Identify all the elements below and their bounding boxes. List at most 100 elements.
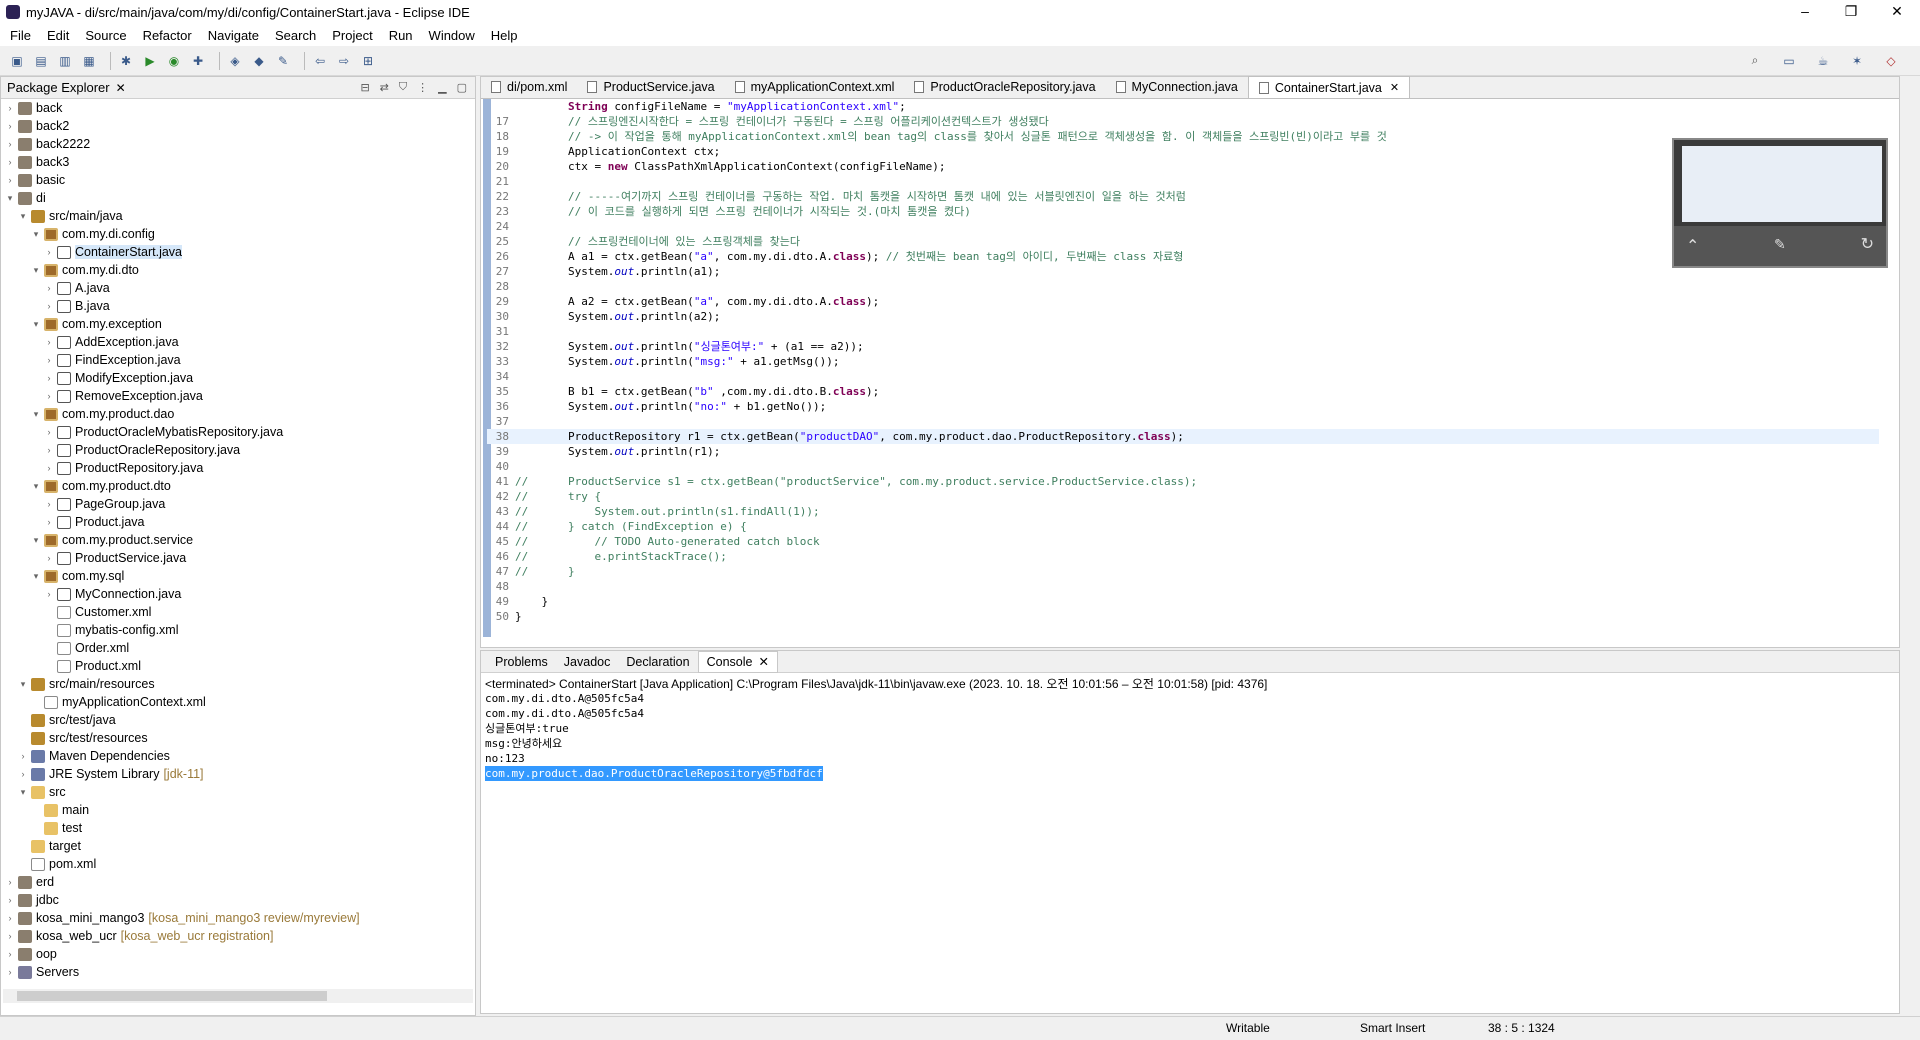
chevron-right-icon[interactable]: › bbox=[18, 769, 28, 779]
scrollbar-thumb[interactable] bbox=[17, 991, 327, 1001]
chevron-right-icon[interactable]: › bbox=[44, 589, 54, 599]
editor-tab[interactable]: MyConnection.java bbox=[1106, 76, 1248, 98]
code-line[interactable]: 17 // 스프링엔진시작한다 = 스프링 컨테이너가 구동된다 = 스프링 어… bbox=[487, 114, 1879, 129]
tree-item[interactable]: › erd bbox=[1, 873, 475, 891]
code-line[interactable]: 20 ctx = new ClassPathXmlApplicationCont… bbox=[487, 159, 1879, 174]
chevron-right-icon[interactable]: › bbox=[44, 553, 54, 563]
tree-item[interactable]: › kosa_mini_mango3 [kosa_mini_mango3 revie… bbox=[1, 909, 475, 927]
tree-item[interactable]: › kosa_web_ucr [kosa_web_ucr registration] bbox=[1, 927, 475, 945]
editor-tab[interactable]: di/pom.xml bbox=[481, 76, 577, 98]
chevron-down-icon[interactable]: ▾ bbox=[31, 481, 41, 492]
menu-source[interactable]: Source bbox=[77, 28, 134, 43]
chevron-down-icon[interactable]: ▾ bbox=[31, 229, 41, 240]
tree-item[interactable]: ▾ di bbox=[1, 189, 475, 207]
tree-item[interactable]: src/test/resources bbox=[1, 729, 475, 747]
chevron-down-icon[interactable]: ▾ bbox=[31, 571, 41, 582]
chevron-up-icon[interactable]: ⌃ bbox=[1686, 236, 1699, 256]
tree-item[interactable]: › RemoveException.java bbox=[1, 387, 475, 405]
link-editor-icon[interactable]: ⇄ bbox=[380, 81, 389, 94]
horizontal-scrollbar[interactable] bbox=[3, 989, 473, 1003]
code-line[interactable]: 29 A a2 = ctx.getBean("a", com.my.di.dto… bbox=[487, 294, 1879, 309]
code-line[interactable]: 49 } bbox=[487, 594, 1879, 609]
code-line[interactable]: 48 bbox=[487, 579, 1879, 594]
menu-project[interactable]: Project bbox=[324, 28, 380, 43]
tree-item[interactable]: ▾ com.my.product.dao bbox=[1, 405, 475, 423]
coverage-icon[interactable]: ◉ bbox=[165, 53, 183, 69]
chevron-right-icon[interactable]: › bbox=[44, 445, 54, 455]
code-line[interactable]: 33 System.out.println("msg:" + a1.getMsg… bbox=[487, 354, 1879, 369]
menu-search[interactable]: Search bbox=[267, 28, 324, 43]
code-line[interactable]: 43 // System.out.println(s1.findAll(1)); bbox=[487, 504, 1879, 519]
minimize-button[interactable]: – bbox=[1782, 0, 1828, 24]
code-lines[interactable]: String configFileName = "myApplicationCo… bbox=[487, 99, 1879, 624]
tree-item[interactable]: › back bbox=[1, 99, 475, 117]
tree-item[interactable]: Product.xml bbox=[1, 657, 475, 675]
tree-item[interactable]: ▾ src/main/resources bbox=[1, 675, 475, 693]
new-package-icon[interactable]: ◈ bbox=[226, 53, 244, 69]
tree-item[interactable]: target bbox=[1, 837, 475, 855]
tree-item[interactable]: Order.xml bbox=[1, 639, 475, 657]
chevron-right-icon[interactable]: › bbox=[18, 751, 28, 761]
code-line[interactable]: 34 bbox=[487, 369, 1879, 384]
tree-item[interactable]: › ProductOracleMybatisRepository.java bbox=[1, 423, 475, 441]
external-tools-icon[interactable]: ✚ bbox=[189, 53, 207, 69]
chevron-down-icon[interactable]: ▾ bbox=[18, 679, 28, 690]
menu-help[interactable]: Help bbox=[483, 28, 526, 43]
menu-run[interactable]: Run bbox=[381, 28, 421, 43]
code-line[interactable]: 40 bbox=[487, 459, 1879, 474]
code-line[interactable]: 47 // } bbox=[487, 564, 1879, 579]
code-line[interactable]: String configFileName = "myApplicationCo… bbox=[487, 99, 1879, 114]
git-perspective-icon[interactable]: ◇ bbox=[1882, 53, 1900, 69]
tree-item[interactable]: › AddException.java bbox=[1, 333, 475, 351]
tree-item[interactable]: › ProductOracleRepository.java bbox=[1, 441, 475, 459]
close-icon[interactable]: ✕ bbox=[1390, 81, 1399, 94]
tree-item[interactable]: ▾ com.my.di.dto bbox=[1, 261, 475, 279]
tree-item[interactable]: › Maven Dependencies bbox=[1, 747, 475, 765]
tree-item[interactable]: › ProductService.java bbox=[1, 549, 475, 567]
chevron-down-icon[interactable]: ▾ bbox=[31, 265, 41, 276]
code-line[interactable]: 41 // ProductService s1 = ctx.getBean("pr… bbox=[487, 474, 1879, 489]
view-menu-icon[interactable]: ⋮ bbox=[417, 81, 428, 94]
tree-item[interactable]: › JRE System Library [jdk-11] bbox=[1, 765, 475, 783]
chevron-right-icon[interactable]: › bbox=[44, 391, 54, 401]
chevron-down-icon[interactable]: ▾ bbox=[31, 409, 41, 420]
console-tab[interactable]: Javadoc bbox=[556, 655, 619, 669]
java-perspective-icon[interactable]: ☕ bbox=[1814, 53, 1832, 69]
pin-icon[interactable]: ⊞ bbox=[359, 53, 377, 69]
mute-icon[interactable]: ✎ bbox=[1774, 236, 1786, 253]
chevron-down-icon[interactable]: ▾ bbox=[31, 535, 41, 546]
tree-item[interactable]: › jdbc bbox=[1, 891, 475, 909]
chevron-right-icon[interactable]: › bbox=[44, 499, 54, 509]
tree-item[interactable]: ▾ com.my.di.config bbox=[1, 225, 475, 243]
chevron-down-icon[interactable]: ▾ bbox=[18, 787, 28, 798]
menu-file[interactable]: File bbox=[2, 28, 39, 43]
collapse-all-icon[interactable]: ⊟ bbox=[360, 81, 369, 94]
chevron-right-icon[interactable]: › bbox=[5, 157, 15, 167]
tree-item[interactable]: ▾ src/main/java bbox=[1, 207, 475, 225]
menu-navigate[interactable]: Navigate bbox=[200, 28, 267, 43]
chevron-right-icon[interactable]: › bbox=[5, 895, 15, 905]
tree-item[interactable]: › Servers bbox=[1, 963, 475, 981]
tree-item[interactable]: › back2222 bbox=[1, 135, 475, 153]
maximize-view-icon[interactable]: ▢ bbox=[457, 81, 467, 94]
tree-item[interactable]: › back2 bbox=[1, 117, 475, 135]
tree-item[interactable]: › back3 bbox=[1, 153, 475, 171]
tree-item[interactable]: › ContainerStart.java bbox=[1, 243, 475, 261]
chevron-right-icon[interactable]: › bbox=[44, 337, 54, 347]
chevron-right-icon[interactable]: › bbox=[44, 355, 54, 365]
code-line[interactable]: 42 // try { bbox=[487, 489, 1879, 504]
chevron-right-icon[interactable]: › bbox=[44, 427, 54, 437]
tree-item[interactable]: › A.java bbox=[1, 279, 475, 297]
code-line[interactable]: 46 // e.printStackTrace(); bbox=[487, 549, 1879, 564]
code-line[interactable]: 45 // // TODO Auto-generated catch block bbox=[487, 534, 1879, 549]
tree-item[interactable]: Customer.xml bbox=[1, 603, 475, 621]
save-icon[interactable]: ▤ bbox=[32, 53, 50, 69]
code-line[interactable]: 36 System.out.println("no:" + b1.getNo()… bbox=[487, 399, 1879, 414]
chevron-right-icon[interactable]: › bbox=[5, 967, 15, 977]
maximize-button[interactable]: ❐ bbox=[1828, 0, 1874, 24]
code-line[interactable]: 28 bbox=[487, 279, 1879, 294]
chevron-right-icon[interactable]: › bbox=[5, 175, 15, 185]
save-all-icon[interactable]: ▥ bbox=[56, 53, 74, 69]
code-line[interactable]: 32 System.out.println("싱글톤여부:" + (a1 == … bbox=[487, 339, 1879, 354]
code-line[interactable]: 37 bbox=[487, 414, 1879, 429]
